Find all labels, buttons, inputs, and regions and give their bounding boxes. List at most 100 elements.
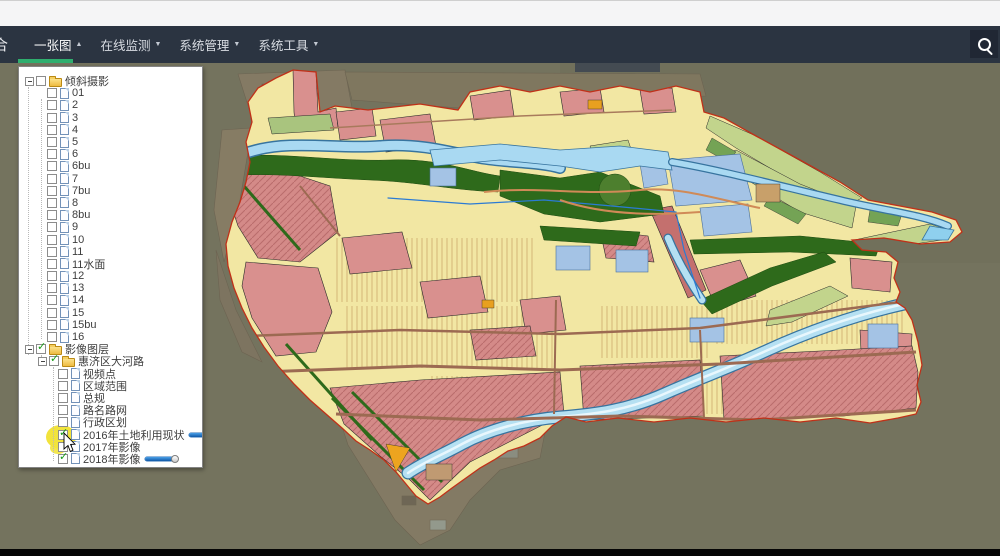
collapse-icon[interactable] xyxy=(25,345,34,354)
layer-checkbox-unchecked[interactable] xyxy=(47,161,57,171)
layer-checkbox-checked[interactable] xyxy=(49,356,59,366)
layer-label[interactable]: 10 xyxy=(72,234,84,246)
nav-menu: 一张图▲在线监测▼系统管理▼系统工具▼ xyxy=(25,26,328,63)
layer-checkbox-unchecked[interactable] xyxy=(47,174,57,184)
chevron-down-icon: ▼ xyxy=(312,41,319,48)
document-icon xyxy=(71,405,80,416)
magnifier-icon xyxy=(978,38,991,51)
layer-checkbox-unchecked[interactable] xyxy=(47,210,57,220)
document-icon xyxy=(60,185,69,196)
layer-checkbox-unchecked[interactable] xyxy=(47,271,57,281)
layer-checkbox-unchecked[interactable] xyxy=(58,381,68,391)
layer-checkbox-unchecked[interactable] xyxy=(58,417,68,427)
tree-row-16: 16 xyxy=(19,331,202,343)
tree-row-5: 5 xyxy=(19,136,202,148)
layer-label[interactable]: 14 xyxy=(72,294,84,306)
layer-tree-panel: 倾斜摄影01234566bu77bu88bu9101111水面121314151… xyxy=(18,66,203,468)
bottom-black-strip xyxy=(0,549,1000,556)
layer-checkbox-unchecked[interactable] xyxy=(36,76,46,86)
layer-label[interactable]: 6bu xyxy=(72,160,90,172)
tree-row-8: 8 xyxy=(19,197,202,209)
layer-checkbox-unchecked[interactable] xyxy=(47,222,57,232)
document-icon xyxy=(60,149,69,160)
layer-label[interactable]: 8 xyxy=(72,197,78,209)
layer-label[interactable]: 4 xyxy=(72,124,78,136)
nav-item-3[interactable]: 系统管理▼ xyxy=(170,26,249,63)
document-icon xyxy=(60,222,69,233)
layer-checkbox-unchecked[interactable] xyxy=(47,259,57,269)
layer-checkbox-unchecked[interactable] xyxy=(47,186,57,196)
layer-checkbox-unchecked[interactable] xyxy=(47,198,57,208)
opacity-slider[interactable] xyxy=(145,457,175,461)
collapse-icon[interactable] xyxy=(38,357,47,366)
slider-thumb[interactable] xyxy=(171,455,179,463)
layer-checkbox-unchecked[interactable] xyxy=(47,113,57,123)
document-icon xyxy=(60,258,69,269)
layer-checkbox-unchecked[interactable] xyxy=(47,137,57,147)
nav-item-2[interactable]: 在线监测▼ xyxy=(91,26,170,63)
layer-checkbox-unchecked[interactable] xyxy=(58,405,68,415)
search-button[interactable] xyxy=(970,30,998,58)
layer-label[interactable]: 2 xyxy=(72,99,78,111)
nav-item-label: 一张图 xyxy=(34,35,72,54)
layer-label[interactable]: 6 xyxy=(72,148,78,160)
layer-label[interactable]: 7 xyxy=(72,173,78,185)
tree-row-2018年影像: 2018年影像 xyxy=(19,453,202,465)
app-logo: 合 xyxy=(0,34,11,55)
opacity-slider[interactable] xyxy=(189,433,203,437)
layer-checkbox-unchecked[interactable] xyxy=(47,100,57,110)
layer-checkbox-unchecked[interactable] xyxy=(47,125,57,135)
layer-checkbox-unchecked[interactable] xyxy=(47,88,57,98)
nav-item-4[interactable]: 系统工具▼ xyxy=(249,26,328,63)
tree-row-11: 11 xyxy=(19,246,202,258)
tree-row-7: 7 xyxy=(19,173,202,185)
document-icon xyxy=(60,197,69,208)
document-icon xyxy=(60,319,69,330)
layer-checkbox-unchecked[interactable] xyxy=(47,235,57,245)
folder-icon xyxy=(62,358,75,367)
browser-top-strip xyxy=(0,0,1000,26)
document-icon xyxy=(60,307,69,318)
document-icon xyxy=(60,210,69,221)
layer-checkbox-unchecked[interactable] xyxy=(47,308,57,318)
tree-row-6: 6 xyxy=(19,148,202,160)
layer-label[interactable]: 2018年影像 xyxy=(83,451,140,467)
map-top-artifact xyxy=(575,63,660,72)
layer-label[interactable]: 13 xyxy=(72,282,84,294)
document-icon xyxy=(60,246,69,257)
document-icon xyxy=(60,137,69,148)
layer-label[interactable]: 7bu xyxy=(72,185,90,197)
document-icon xyxy=(60,88,69,99)
layer-label[interactable]: 12 xyxy=(72,270,84,282)
layer-checkbox-unchecked[interactable] xyxy=(47,283,57,293)
layer-checkbox-unchecked[interactable] xyxy=(47,247,57,257)
document-icon xyxy=(60,100,69,111)
tree-row-11水面: 11水面 xyxy=(19,258,202,270)
tree-row-区域范围: 区域范围 xyxy=(19,380,202,392)
nav-item-label: 系统管理 xyxy=(179,35,229,54)
chevron-up-icon: ▲ xyxy=(76,41,83,48)
tree-row-10: 10 xyxy=(19,233,202,245)
layer-checkbox-checked[interactable] xyxy=(36,344,46,354)
tree-row-14: 14 xyxy=(19,294,202,306)
folder-icon xyxy=(49,78,62,87)
tree-row-7bu: 7bu xyxy=(19,185,202,197)
layer-label[interactable]: 3 xyxy=(72,112,78,124)
layer-label[interactable]: 5 xyxy=(72,136,78,148)
tree-row-12: 12 xyxy=(19,270,202,282)
layer-label[interactable]: 8bu xyxy=(72,209,90,221)
layer-checkbox-unchecked[interactable] xyxy=(47,149,57,159)
document-icon xyxy=(60,295,69,306)
layer-checkbox-unchecked[interactable] xyxy=(47,332,57,342)
layer-checkbox-unchecked[interactable] xyxy=(47,320,57,330)
tree-row-6bu: 6bu xyxy=(19,160,202,172)
nav-item-1[interactable]: 一张图 ▲ xyxy=(25,26,91,63)
collapse-icon[interactable] xyxy=(25,77,34,86)
layer-label[interactable]: 01 xyxy=(72,87,84,99)
layer-label[interactable]: 15bu xyxy=(72,319,96,331)
layer-label[interactable]: 15 xyxy=(72,307,84,319)
layer-checkbox-unchecked[interactable] xyxy=(58,369,68,379)
layer-checkbox-unchecked[interactable] xyxy=(58,393,68,403)
layer-label[interactable]: 9 xyxy=(72,221,78,233)
layer-checkbox-unchecked[interactable] xyxy=(47,295,57,305)
